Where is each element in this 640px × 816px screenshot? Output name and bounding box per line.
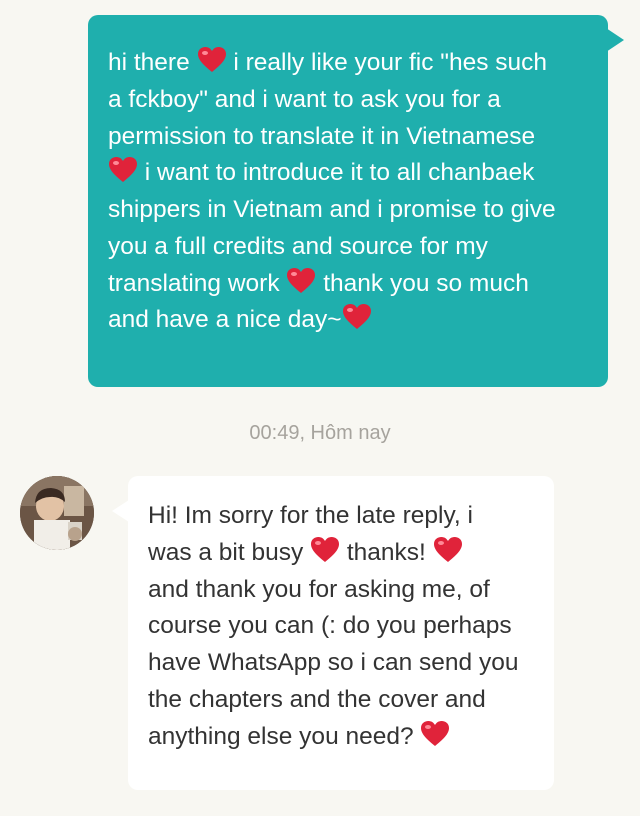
message-line: translating work thank you so much xyxy=(108,266,588,303)
message-text-segment: i want to introduce it to all chanbaek xyxy=(138,159,535,187)
message-text-segment: translating work xyxy=(108,269,287,297)
message-line: anything else you need? xyxy=(148,719,536,756)
outgoing-message-text: hi there i really like your fic "hes suc… xyxy=(108,45,588,339)
user-avatar-icon xyxy=(20,476,94,550)
heart-emoji-icon xyxy=(197,46,227,74)
heart-emoji-icon xyxy=(310,536,340,564)
message-text-segment: permission to translate it in Vietnamese xyxy=(108,122,536,150)
message-text-segment: thank you so much xyxy=(316,269,529,297)
incoming-message-bubble[interactable]: Hi! Im sorry for the late reply, i was a … xyxy=(128,476,554,790)
message-line: i want to introduce it to all chanbaek xyxy=(108,155,588,192)
message-line: and thank you for asking me, of xyxy=(148,572,536,609)
message-line: and have a nice day~ xyxy=(108,302,588,339)
message-text-segment: i really like your fic "hes such xyxy=(226,49,548,76)
incoming-bubble-tail xyxy=(112,500,129,522)
message-line: a fckboy" and i want to ask you for a xyxy=(108,82,588,119)
heart-emoji-icon xyxy=(433,536,463,564)
message-line: Hi! Im sorry for the late reply, i xyxy=(148,498,536,535)
message-line: have WhatsApp so i can send you xyxy=(148,645,536,682)
message-text-segment: hi there xyxy=(108,49,197,76)
outgoing-bubble-tail xyxy=(606,28,624,52)
message-line: hi there i really like your fic "hes suc… xyxy=(108,45,588,82)
heart-emoji-icon xyxy=(420,720,450,748)
message-timestamp: 00:49, Hôm nay xyxy=(249,422,391,444)
message-line: was a bit busy thanks! xyxy=(148,535,536,572)
message-text-segment: thanks! xyxy=(340,538,433,566)
message-line: permission to translate it in Vietnamese xyxy=(108,119,588,156)
message-text-segment: course you can (: do you perhaps xyxy=(148,612,512,640)
outgoing-message-bubble[interactable]: hi there i really like your fic "hes suc… xyxy=(88,15,608,387)
message-text-segment: anything else you need? xyxy=(148,722,421,750)
chat-screen: hi there i really like your fic "hes suc… xyxy=(0,0,640,816)
heart-emoji-icon xyxy=(286,267,316,295)
message-text-segment: you a full credits and source for my xyxy=(108,232,488,260)
message-text-segment: and have a nice day~ xyxy=(108,306,342,334)
message-text-segment: shippers in Vietnam and i promise to giv… xyxy=(108,196,556,223)
message-text-segment: have WhatsApp so i can send you xyxy=(148,649,519,676)
message-line: course you can (: do you perhaps xyxy=(148,608,536,645)
heart-emoji-icon xyxy=(108,156,138,184)
message-line: you a full credits and source for my xyxy=(108,229,588,266)
message-text-segment: Hi! Im sorry for the late reply, i xyxy=(148,502,473,529)
message-line: the chapters and the cover and xyxy=(148,682,536,719)
message-text-segment: and thank you for asking me, of xyxy=(148,575,490,603)
heart-emoji-icon xyxy=(342,303,372,331)
message-text-segment: was a bit busy xyxy=(148,538,311,566)
message-text-segment: the chapters and the cover and xyxy=(148,685,486,713)
message-text-segment: a fckboy" and i want to ask you for a xyxy=(108,85,501,113)
contact-avatar[interactable] xyxy=(20,476,94,550)
message-line: shippers in Vietnam and i promise to giv… xyxy=(108,192,588,229)
incoming-message-text: Hi! Im sorry for the late reply, i was a … xyxy=(148,498,536,755)
